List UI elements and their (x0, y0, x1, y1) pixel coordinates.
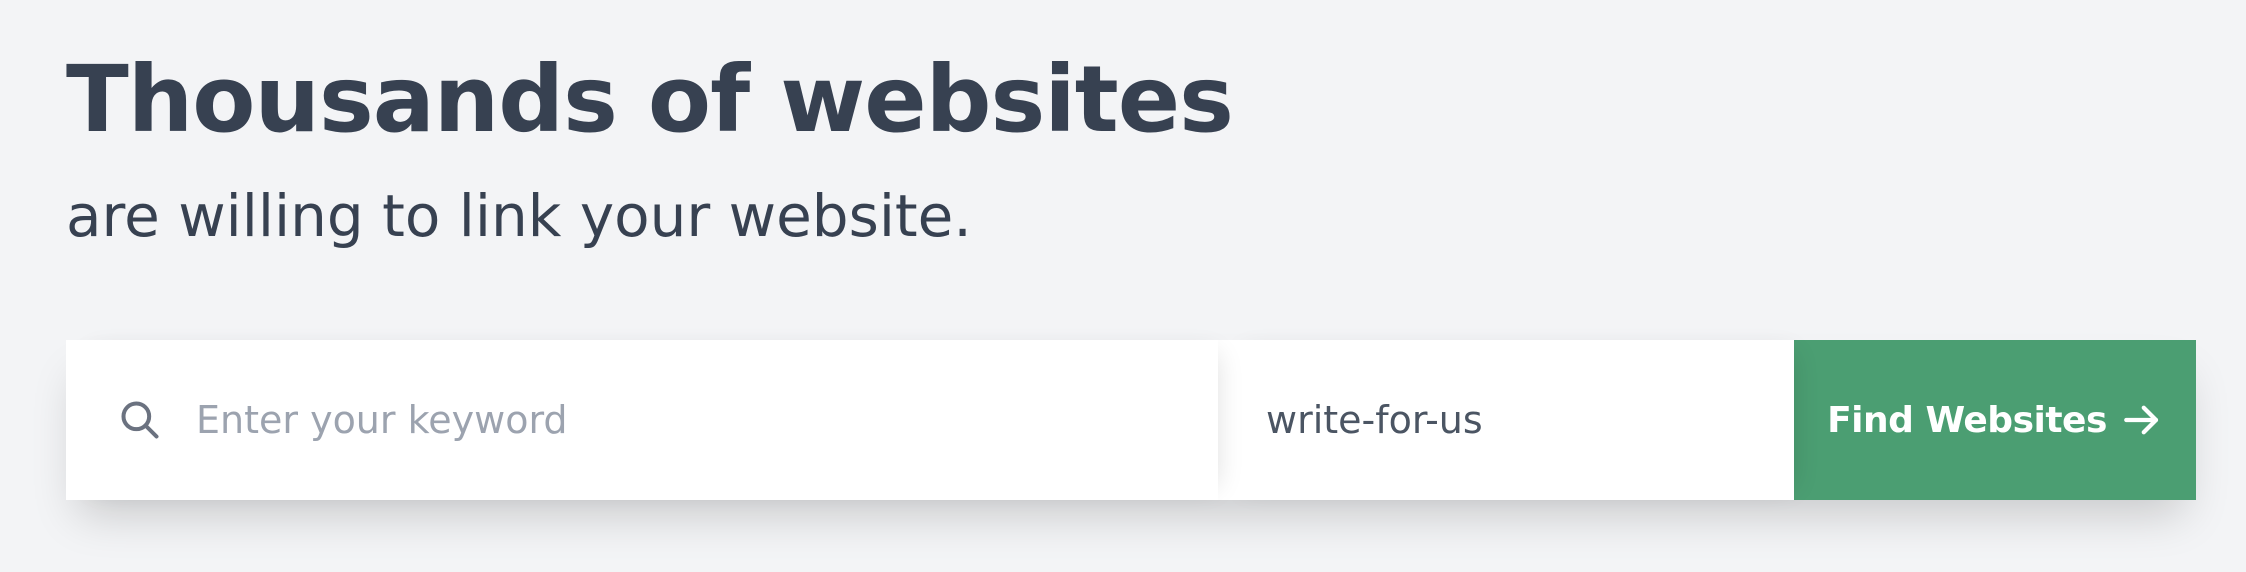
category-field-container[interactable] (1218, 340, 1794, 500)
find-websites-label: Find Websites (1827, 399, 2107, 441)
hero-subheadline: are willing to link your website. (66, 182, 972, 250)
search-icon (121, 401, 159, 439)
category-input[interactable] (1266, 390, 1766, 450)
keyword-field-container[interactable] (66, 340, 1218, 500)
keyword-input[interactable] (196, 390, 1176, 450)
find-websites-button[interactable]: Find Websites (1794, 340, 2196, 500)
website-search-bar: Find Websites (66, 340, 2196, 500)
arrow-right-icon (2124, 405, 2158, 435)
hero-headline: Thousands of websites (66, 46, 1234, 153)
